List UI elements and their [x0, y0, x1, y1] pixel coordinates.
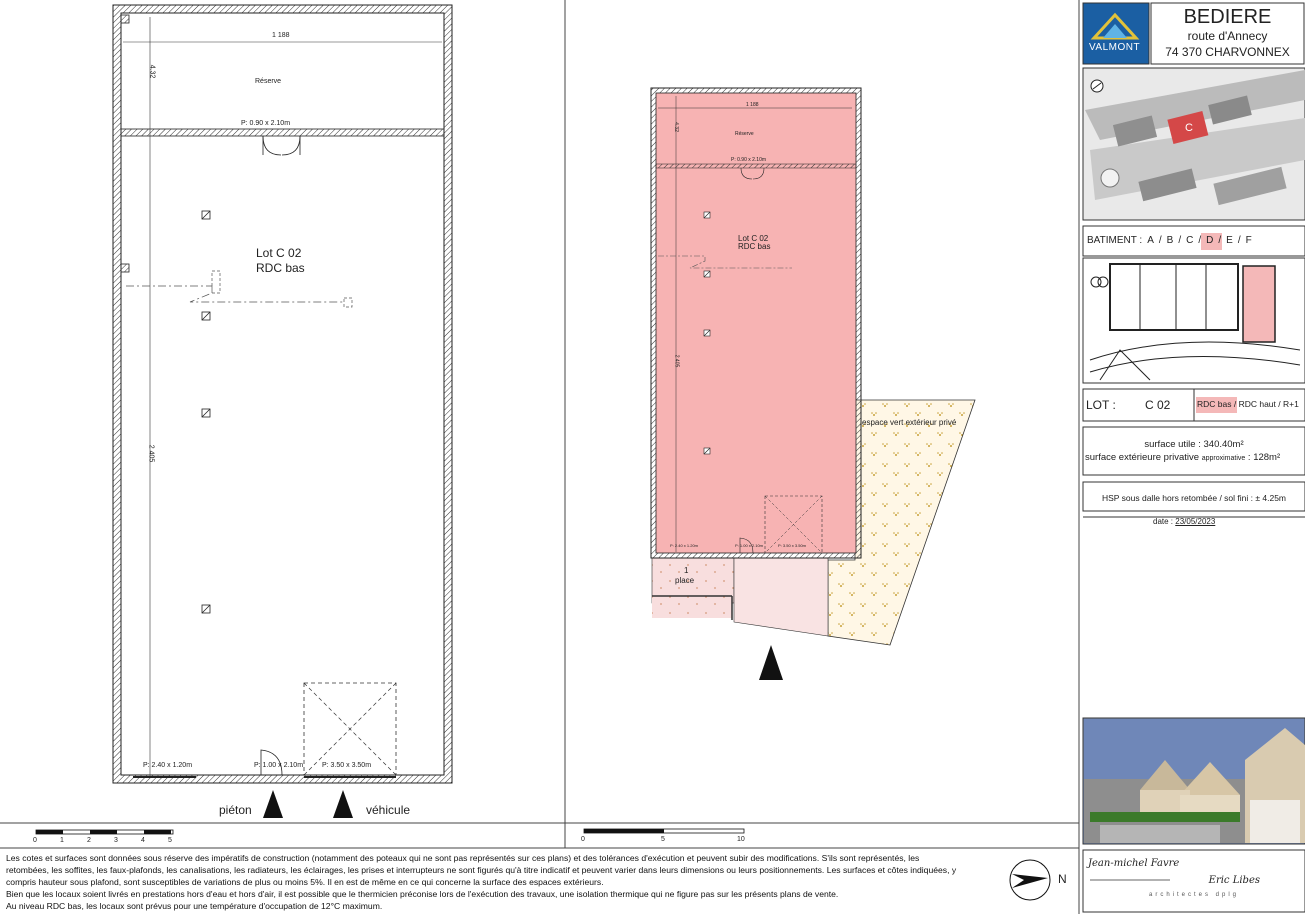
- north-label: N: [1058, 872, 1067, 886]
- note-line: Les cotes et surfaces sont données sous …: [6, 853, 920, 863]
- scale-tick: 5: [168, 837, 172, 844]
- left-reserve-label: Réserve: [255, 78, 282, 85]
- building-e: E: [1226, 235, 1233, 246]
- note-line: compris hauteur sous plafond, sont susce…: [6, 877, 604, 887]
- right-reserve-depth: 4.32: [672, 122, 679, 132]
- lot-value: C 02: [1145, 398, 1171, 412]
- left-width-dimension: 1 188: [272, 32, 290, 39]
- right-scale-ticks: 0 5 10: [581, 836, 756, 843]
- building-render: [1084, 719, 1305, 843]
- right-floor-plan: [650, 87, 976, 680]
- right-door-bottom-left: P: 2.40 x 1.20m: [670, 543, 699, 548]
- date-row: date : 23/05/2023: [1153, 517, 1215, 526]
- note-line: Au niveau RDC bas, les locaux sont prévu…: [6, 901, 383, 911]
- green-space-label: espace vert extérieur privé: [862, 418, 957, 427]
- level-row: RDC bas / RDC haut / R+1: [1197, 399, 1299, 409]
- scale-tick: 0: [33, 837, 37, 844]
- note-line: retombées, les soffites, les faux-plafon…: [6, 865, 957, 875]
- architect-subtitle: architectes dplg: [1148, 892, 1240, 898]
- right-door-top-label: P: 0.90 x 2.10m: [731, 157, 767, 163]
- parking-number: 1: [684, 566, 689, 575]
- scale-tick: 1: [60, 837, 64, 844]
- batiment-label: BATIMENT :: [1087, 235, 1143, 246]
- right-door-bottom-right: P: 3.50 x 3.50m: [778, 543, 807, 548]
- scale-tick: 2: [87, 837, 91, 844]
- surface-ext-value: : 128m²: [1247, 452, 1281, 463]
- surface-ext-approx: approximative: [1201, 455, 1246, 462]
- north-arrow-icon: [1009, 859, 1051, 901]
- left-door-bottom-left: P: 2.40 x 1.20m: [143, 762, 193, 769]
- vehicle-access-label: véhicule: [366, 803, 411, 817]
- left-scale-ticks: 0 1 2 3 4 5: [33, 837, 183, 844]
- brand-logo: VALMONT: [1089, 42, 1141, 53]
- right-door-bottom-mid: P: 1.00 x 2.10m: [735, 543, 764, 548]
- project-name: BEDIERE: [1183, 6, 1272, 28]
- surface-exterieure: surface extérieure privative approximati…: [1085, 452, 1305, 463]
- left-scale-bar: [35, 829, 174, 835]
- right-width-dimension: 1 188: [746, 102, 759, 108]
- level-selected: RDC bas: [1197, 399, 1232, 409]
- scale-tick: 3: [114, 837, 118, 844]
- building-f: F: [1245, 235, 1252, 246]
- aerial-building-marker: C: [1185, 122, 1193, 134]
- right-main-depth: 2 405: [673, 354, 680, 368]
- surface-ext-prefix: surface extérieure privative: [1085, 452, 1200, 463]
- project-address-2: 74 370 CHARVONNEX: [1165, 45, 1290, 59]
- left-level-label: RDC bas: [256, 261, 305, 275]
- scale-tick: 4: [141, 837, 145, 844]
- right-scale-bar: [583, 828, 745, 834]
- lot-key: LOT :: [1086, 398, 1116, 412]
- hsp-info: HSP sous dalle hors retombée / sol fini …: [1101, 493, 1287, 503]
- level-other: RDC haut / R+1: [1238, 399, 1299, 409]
- building-b: B: [1166, 235, 1174, 246]
- building-a: A: [1147, 235, 1154, 246]
- scale-tick: 5: [661, 836, 665, 843]
- right-reserve-label: Réserve: [735, 131, 754, 137]
- left-door-bottom-right: P: 3.50 x 3.50m: [322, 762, 372, 769]
- architect-name-1: Jean-michel Favre: [1088, 858, 1180, 869]
- parking-label: place: [675, 576, 695, 585]
- left-lot-label: Lot C 02: [256, 246, 302, 260]
- building-d: D: [1206, 235, 1214, 246]
- project-address-1: route d'Annecy: [1187, 29, 1268, 43]
- note-line: Bien que les locaux soient livrés en pre…: [6, 889, 839, 899]
- left-door-top-label: P: 0.90 x 2.10m: [241, 120, 291, 127]
- architects-logo: Jean-michel Favre Eric Libes architectes…: [1088, 858, 1300, 898]
- left-reserve-depth: 4.32: [148, 64, 156, 79]
- left-door-bottom-mid: P: 1.00 x 2.10m: [254, 762, 304, 769]
- surface-utile: surface utile : 340.40m²: [1144, 439, 1244, 450]
- disclaimer-notes: Les cotes et surfaces sont données sous …: [6, 852, 996, 912]
- scale-tick: 10: [737, 836, 745, 843]
- architect-name-2: Eric Libes: [1208, 875, 1260, 886]
- batiment-row: BATIMENT : A / B / C / D / E / F: [1087, 235, 1252, 246]
- pedestrian-access-label: piéton: [219, 803, 252, 817]
- left-main-depth: 2 405: [147, 444, 155, 463]
- scale-tick: 0: [581, 836, 585, 843]
- right-level-label: RDC bas: [738, 242, 771, 251]
- building-c: C: [1186, 235, 1194, 246]
- date-label: date :: [1153, 517, 1174, 526]
- date-value: 23/05/2023: [1175, 517, 1216, 526]
